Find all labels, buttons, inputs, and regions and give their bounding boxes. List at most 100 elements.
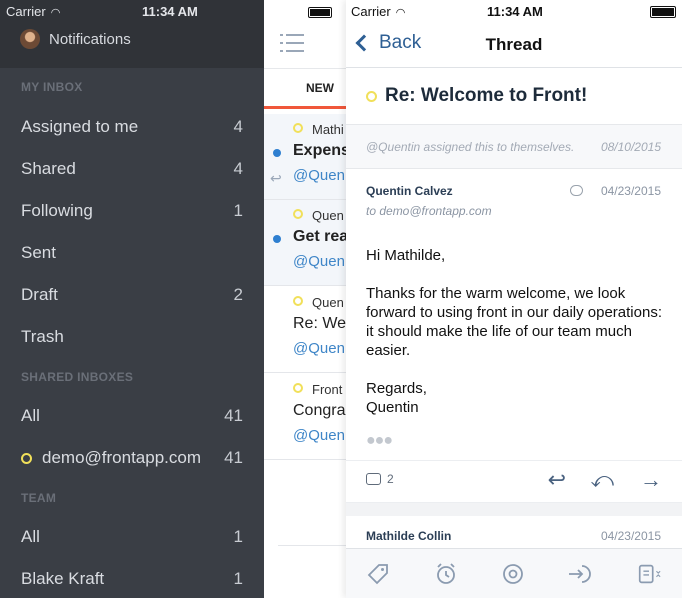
message-body: Hi Mathilde, Thanks for the warm welcome… (366, 246, 666, 417)
message-greeting: Hi Mathilde, (366, 247, 446, 264)
assignment-date: 08/10/2015 (600, 140, 661, 154)
inbox-ring-icon (293, 296, 303, 306)
sidebar-item-count: 4 (233, 159, 243, 178)
tag-icon[interactable] (365, 561, 391, 587)
sidebar-item-shared[interactable]: Shared 4 (21, 157, 243, 181)
comment-icon (366, 473, 381, 485)
conversation-mention: @Quen (293, 340, 345, 357)
sidebar-item-count: 41 (224, 406, 243, 425)
shared-inboxes-header: SHARED INBOXES (21, 370, 134, 384)
forward-icon[interactable]: → (640, 467, 662, 493)
message-date: 04/23/2015 (600, 184, 661, 198)
sidebar-item-draft[interactable]: Draft 2 (21, 283, 243, 307)
inbox-ring-icon (366, 91, 377, 102)
sidebar-item-assigned-to-me[interactable]: Assigned to me 4 (21, 115, 243, 139)
sidebar-item-label: Trash (21, 327, 64, 346)
sidebar-item-team-all[interactable]: All 1 (21, 525, 243, 549)
sidebar-item-count: 1 (233, 527, 243, 546)
list-divider (278, 545, 346, 546)
notifications-label: Notifications (49, 30, 131, 48)
conversation-subject: Re: We (293, 315, 346, 332)
sidebar-item-following[interactable]: Following 1 (21, 199, 243, 223)
status-time: 11:34 AM (487, 4, 543, 19)
reply-all-icon[interactable]: ⤺ (590, 467, 614, 493)
assignment-event: @Quentin assigned this to themselves. 08… (346, 124, 682, 169)
battery-icon (650, 6, 676, 18)
sidebar-item-label: All (21, 527, 40, 546)
conversation-mention: @Quen (293, 427, 345, 444)
sidebar-item-demo-inbox[interactable]: demo@frontapp.com 41 (21, 446, 243, 470)
unread-dot (273, 149, 281, 157)
show-quoted-button[interactable]: ●●● (366, 432, 393, 450)
avatar (20, 29, 40, 49)
sidebar-item-label: All (21, 406, 40, 425)
sidebar-item-label-wrap: demo@frontapp.com (21, 448, 201, 468)
assignment-note: @Quentin assigned this to themselves. (366, 140, 575, 154)
sidebar-item-label: Assigned to me (21, 117, 139, 136)
assign-mention-icon[interactable] (500, 561, 526, 587)
sidebar-item-count: 1 (233, 201, 243, 220)
sidebar-header: Carrier ◠ 11:34 AM Notifications (0, 0, 264, 68)
comments-button[interactable]: 2 (366, 472, 394, 486)
sidebar-item-count: 2 (233, 285, 243, 304)
carrier-label: Carrier ◠ (6, 4, 60, 19)
status-bar-left: Carrier ◠ 11:34 AM (0, 0, 264, 22)
conversation-list: NEW Mathi Expens ↩ @Quen Quen Get rea @Q… (264, 0, 346, 598)
menu-icon[interactable] (280, 34, 304, 52)
tab-active-indicator (264, 106, 346, 109)
move-icon[interactable] (567, 561, 593, 587)
list-item[interactable]: Quen Get rea @Quen (264, 200, 346, 286)
wifi-icon: ◠ (50, 7, 61, 19)
conversation-subject: Congra (293, 402, 346, 419)
replied-icon: ↩ (270, 170, 282, 186)
message-sender[interactable]: Quentin Calvez (366, 184, 453, 198)
status-bar-right: Carrier ◠ 11:34 AM (346, 0, 682, 22)
list-item[interactable]: Front Congra @Quen (264, 374, 346, 460)
list-item[interactable]: Quen Re: We @Quen (264, 287, 346, 373)
conversation-mention: @Quen (293, 167, 345, 184)
sidebar-item-label: Blake Kraft (21, 569, 105, 588)
sidebar-item-label: Sent (21, 243, 56, 262)
conversation-mention: @Quen (293, 253, 345, 270)
sidebar-item-label: demo@frontapp.com (42, 448, 202, 467)
sidebar-item-sent[interactable]: Sent (21, 241, 243, 265)
thread-subject-bar: Re: Welcome to Front! (346, 68, 682, 124)
message-date: 04/23/2015 (600, 529, 661, 543)
sidebar-item-blake-kraft[interactable]: Blake Kraft 1 (21, 567, 243, 591)
thread-subject: Re: Welcome to Front! (385, 85, 588, 106)
sidebar-item-shared-all[interactable]: All 41 (21, 404, 243, 428)
comment-icon[interactable] (570, 185, 583, 196)
carrier-label: Carrier ◠ (351, 4, 405, 19)
carrier-text: Carrier (6, 4, 46, 19)
sidebar-item-count: 1 (233, 569, 243, 588)
reply-icon[interactable]: ↩ (548, 467, 566, 493)
team-header: TEAM (21, 491, 57, 505)
thread-toolbar (346, 548, 682, 598)
conversation-subject: Expens (293, 142, 346, 159)
conversation-from: Quen (312, 295, 344, 310)
conversation-subject: Get rea (293, 228, 346, 245)
sidebar-item-label: Draft (21, 285, 58, 304)
carrier-text: Carrier (351, 4, 391, 19)
unread-dot (273, 235, 281, 243)
inbox-ring-icon (293, 123, 303, 133)
list-item[interactable]: Mathi Expens ↩ @Quen (264, 114, 346, 200)
notifications-row[interactable]: Notifications (20, 29, 131, 49)
tab-new[interactable]: NEW (306, 81, 334, 95)
message-text: Thanks for the warm welcome, we look for… (366, 285, 662, 359)
message-sender[interactable]: Mathilde Collin (366, 529, 451, 543)
conversation-from: Quen (312, 208, 344, 223)
message-actions: 2 ↩ ⤺ → (346, 460, 682, 502)
message-closing: Regards, (366, 380, 427, 397)
sidebar-item-trash[interactable]: Trash (21, 325, 243, 349)
inbox-ring-icon (21, 452, 32, 464)
archive-menu-icon[interactable] (636, 561, 662, 587)
thread-panel: Carrier ◠ 11:34 AM Back Thread Re: Welcom… (346, 0, 682, 598)
status-time: 11:34 AM (142, 4, 198, 19)
inbox-ring-icon (293, 383, 303, 393)
message-recipient: to demo@frontapp.com (366, 204, 492, 218)
sidebar-item-label: Following (21, 201, 93, 220)
wifi-icon: ◠ (395, 7, 406, 19)
snooze-alarm-icon[interactable] (433, 561, 459, 587)
sidebar: Carrier ◠ 11:34 AM Notifications MY INBOX… (0, 0, 264, 598)
